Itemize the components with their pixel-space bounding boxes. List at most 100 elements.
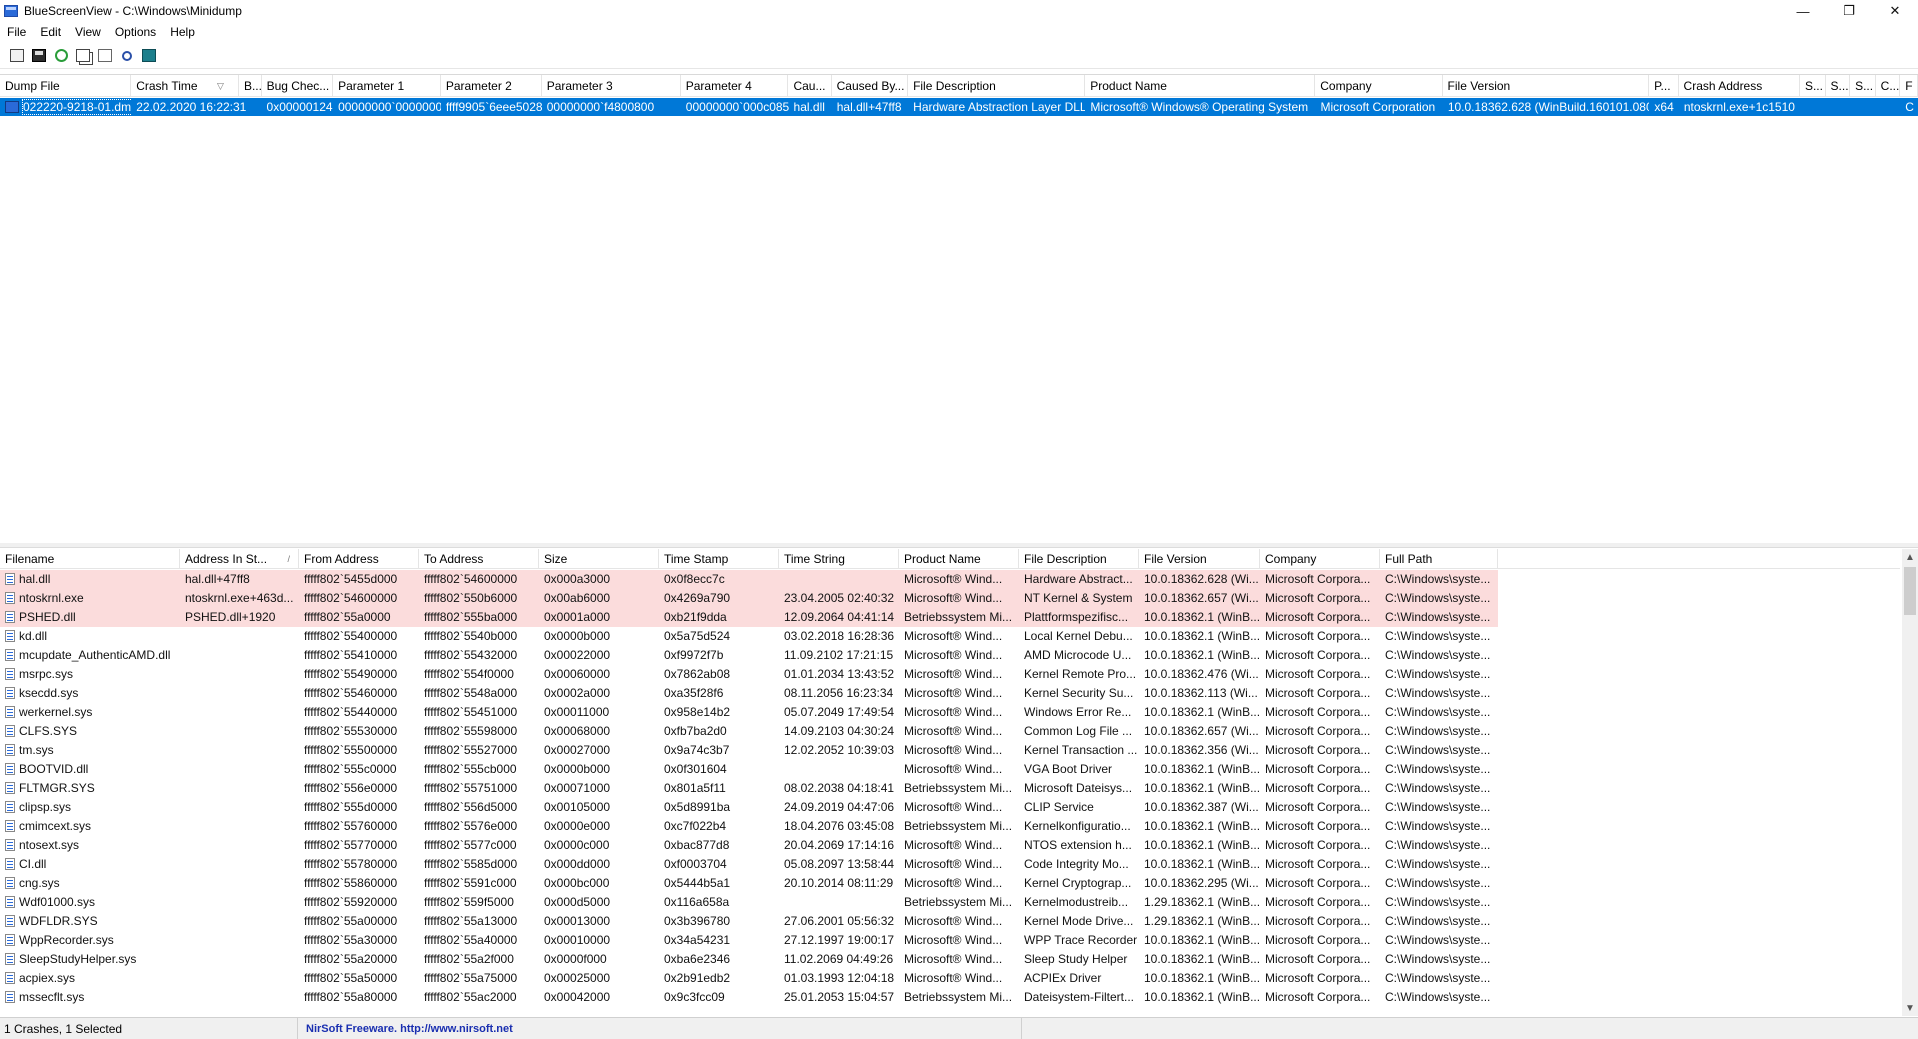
- table-row[interactable]: cmimcext.sys fffff802`55760000 fffff802`55…: [0, 817, 1900, 836]
- table-row[interactable]: CI.dll fffff802`55780000 fffff802`5585d000…: [0, 855, 1900, 874]
- table-row[interactable]: werkernel.sys fffff802`55440000 fffff802`5…: [0, 703, 1900, 722]
- col-dump-file[interactable]: Dump File: [0, 75, 132, 97]
- col-crash-time[interactable]: Crash Time ▽: [131, 75, 239, 97]
- scrollbar-thumb[interactable]: [1904, 567, 1916, 615]
- col-company[interactable]: Company: [1315, 75, 1443, 97]
- cell-to-address: fffff802`556d5000: [424, 800, 518, 814]
- filename-label: clipsp.sys: [19, 800, 72, 814]
- nirsoft-link[interactable]: NirSoft Freeware. http://www.nirsoft.net: [298, 1017, 1022, 1039]
- menu-help[interactable]: Help: [163, 25, 202, 39]
- filename-label: BOOTVID.dll: [19, 762, 89, 776]
- cell-file-version: 10.0.18362.387 (Wi...: [1144, 800, 1259, 814]
- pane-splitter[interactable]: [0, 543, 1918, 548]
- table-row[interactable]: acpiex.sys fffff802`55a50000 fffff802`55a7…: [0, 969, 1900, 988]
- col-parameter-3[interactable]: Parameter 3: [542, 75, 681, 97]
- table-row[interactable]: WppRecorder.sys fffff802`55a30000 fffff802…: [0, 931, 1900, 950]
- menu-edit[interactable]: Edit: [33, 25, 68, 39]
- col-to-address[interactable]: To Address: [419, 549, 539, 569]
- cell-file-version: 10.0.18362.1 (WinB...: [1144, 857, 1260, 871]
- minimize-button[interactable]: —: [1780, 0, 1826, 22]
- col-full-path[interactable]: F: [1900, 75, 1918, 97]
- scroll-down-icon[interactable]: ▼: [1902, 1000, 1918, 1016]
- col-parameter-2[interactable]: Parameter 2: [441, 75, 542, 97]
- col-product-name[interactable]: Product Name: [899, 549, 1019, 569]
- col-file-version[interactable]: File Version: [1443, 75, 1650, 97]
- col-company[interactable]: Company: [1260, 549, 1380, 569]
- table-row[interactable]: kd.dll fffff802`55400000 fffff802`5540b000…: [0, 627, 1900, 646]
- col-stack-address-3[interactable]: S...: [1850, 75, 1876, 97]
- cell-file-version: 10.0.18362.356 (Wi...: [1144, 743, 1259, 757]
- table-row[interactable]: ntoskrnl.exe ntoskrnl.exe+463d... fffff802…: [0, 589, 1900, 608]
- cell-time-stamp: 0xf0003704: [664, 857, 727, 871]
- table-row[interactable]: clipsp.sys fffff802`555d0000 fffff802`556d…: [0, 798, 1900, 817]
- table-row[interactable]: FLTMGR.SYS fffff802`556e0000 fffff802`5575…: [0, 779, 1900, 798]
- exit-button[interactable]: [138, 45, 160, 67]
- table-row[interactable]: cng.sys fffff802`55860000 fffff802`5591c00…: [0, 874, 1900, 893]
- table-row[interactable]: mcupdate_AuthenticAMD.dll fffff802`554100…: [0, 646, 1900, 665]
- table-row[interactable]: BOOTVID.dll fffff802`555c0000 fffff802`555…: [0, 760, 1900, 779]
- col-time-stamp[interactable]: Time Stamp: [659, 549, 779, 569]
- cell-to-address: fffff802`5540b000: [424, 629, 518, 643]
- col-stack-address-2[interactable]: S...: [1826, 75, 1851, 97]
- crash-list[interactable]: Dump File Crash Time ▽ B... Bug Chec... P…: [0, 74, 1918, 617]
- col-full-path[interactable]: Full Path: [1380, 549, 1498, 569]
- cell-from-address: fffff802`55780000: [304, 857, 398, 871]
- scroll-up-icon[interactable]: ▲: [1902, 549, 1918, 565]
- crash-row-selected[interactable]: 022220-9218-01.dmp 22.02.2020 16:22:31 0…: [0, 98, 1918, 116]
- cell-address-in-stack: [180, 646, 299, 665]
- cell-file-version: 10.0.18362.1 (WinB...: [1144, 819, 1260, 833]
- properties-button[interactable]: [94, 45, 116, 67]
- table-row[interactable]: ksecdd.sys fffff802`55460000 fffff802`5548…: [0, 684, 1900, 703]
- col-size[interactable]: Size: [539, 549, 659, 569]
- cell-address-in-stack: ntoskrnl.exe+463d...: [180, 589, 299, 608]
- col-from-address[interactable]: From Address: [299, 549, 419, 569]
- col-caused-by-address[interactable]: Caused By...: [832, 75, 909, 97]
- table-row[interactable]: PSHED.dll PSHED.dll+1920 fffff802`55a0000 f…: [0, 608, 1900, 627]
- col-parameter-1[interactable]: Parameter 1: [333, 75, 441, 97]
- cell-to-address: fffff802`55a2f000: [424, 952, 514, 966]
- find-button[interactable]: [116, 45, 138, 67]
- menu-file[interactable]: File: [0, 25, 33, 39]
- cell-company: Microsoft Corpora...: [1260, 570, 1380, 589]
- col-time-string[interactable]: Time String: [779, 549, 899, 569]
- table-row[interactable]: hal.dll hal.dll+47ff8 fffff802`5455d000 fff…: [0, 570, 1900, 589]
- col-file-description[interactable]: File Description: [908, 75, 1086, 97]
- col-caused-by-driver[interactable]: Cau...: [788, 75, 832, 97]
- save-button[interactable]: [28, 45, 50, 67]
- col-product-name[interactable]: Product Name: [1085, 75, 1316, 97]
- table-row[interactable]: SleepStudyHelper.sys fffff802`55a20000 fff…: [0, 950, 1900, 969]
- cell-full-path: C:\Windows\syste...: [1385, 857, 1491, 871]
- lower-vertical-scrollbar[interactable]: ▲ ▼: [1902, 549, 1918, 1016]
- cell-address-in-stack: [180, 703, 299, 722]
- col-stack-address-1[interactable]: S...: [1800, 75, 1826, 97]
- col-crash-address[interactable]: Crash Address: [1679, 75, 1800, 97]
- refresh-button[interactable]: [50, 45, 72, 67]
- menu-options[interactable]: Options: [108, 25, 163, 39]
- table-row[interactable]: ntosext.sys fffff802`55770000 fffff802`557…: [0, 836, 1900, 855]
- cell-company: Microsoft Corpora...: [1260, 589, 1380, 608]
- col-filename[interactable]: Filename: [0, 549, 180, 569]
- filename-label: SleepStudyHelper.sys: [19, 952, 137, 966]
- col-file-description[interactable]: File Description: [1019, 549, 1139, 569]
- col-parameter-4[interactable]: Parameter 4: [681, 75, 789, 97]
- table-row[interactable]: Wdf01000.sys fffff802`55920000 fffff802`55…: [0, 893, 1900, 912]
- cell-filename: Wdf01000.sys: [0, 893, 180, 912]
- table-row[interactable]: CLFS.SYS fffff802`55530000 fffff802`555980…: [0, 722, 1900, 741]
- table-row[interactable]: msrpc.sys fffff802`55490000 fffff802`554f0…: [0, 665, 1900, 684]
- col-bug-check-string[interactable]: B...: [239, 75, 262, 97]
- driver-list[interactable]: Filename Address In St... / From Address …: [0, 549, 1918, 1016]
- col-bug-check-code[interactable]: Bug Chec...: [262, 75, 334, 97]
- file-icon: [5, 953, 15, 965]
- col-file-version[interactable]: File Version: [1139, 549, 1260, 569]
- close-button[interactable]: ✕: [1872, 0, 1918, 22]
- table-row[interactable]: tm.sys fffff802`55500000 fffff802`55527000…: [0, 741, 1900, 760]
- copy-button[interactable]: [72, 45, 94, 67]
- col-address-in-stack[interactable]: Address In St... /: [180, 549, 299, 569]
- html-report-button[interactable]: [6, 45, 28, 67]
- col-computer-name[interactable]: C...: [1876, 75, 1901, 97]
- table-row[interactable]: mssecflt.sys fffff802`55a80000 fffff802`55…: [0, 988, 1900, 1007]
- table-row[interactable]: WDFLDR.SYS fffff802`55a00000 fffff802`55a1…: [0, 912, 1900, 931]
- menu-view[interactable]: View: [68, 25, 108, 39]
- col-processor[interactable]: P...: [1649, 75, 1679, 97]
- restore-button[interactable]: ❐: [1826, 0, 1872, 22]
